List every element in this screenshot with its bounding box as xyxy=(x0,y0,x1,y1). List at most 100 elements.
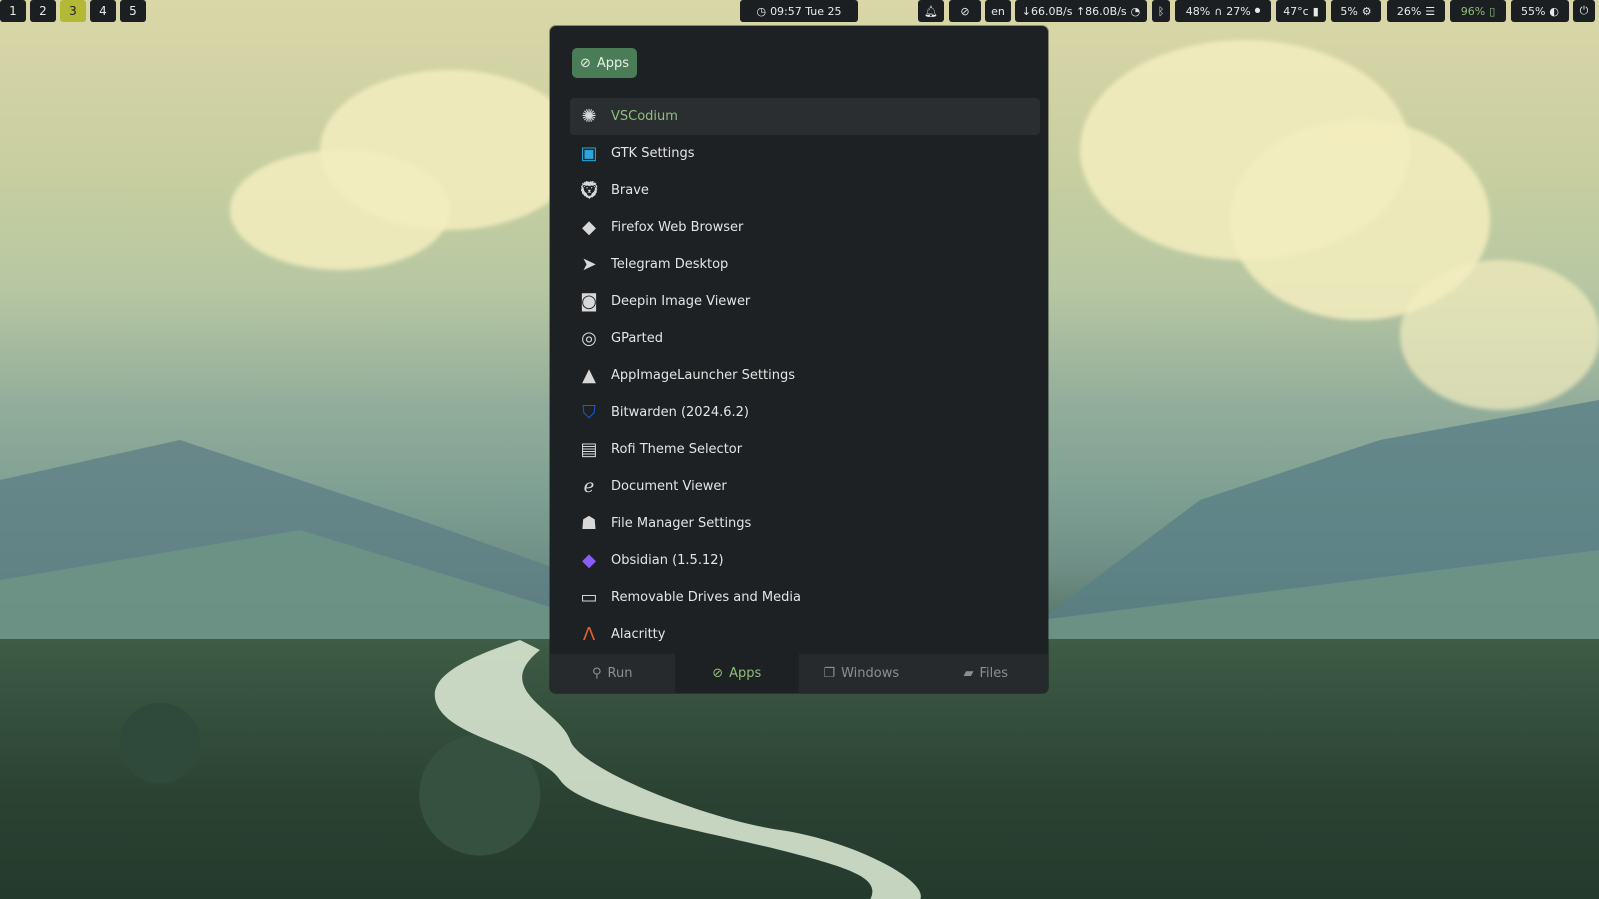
app-item[interactable]: ◎ GParted xyxy=(570,320,1040,357)
brave-icon: 🦁︎ xyxy=(577,180,601,201)
tab-windows[interactable]: ❐ Windows xyxy=(799,654,924,693)
drive-icon: ▭ xyxy=(580,587,598,608)
bell-icon: 🔔︎ xyxy=(924,4,938,18)
app-item[interactable]: ▣ GTK Settings xyxy=(570,135,1040,172)
app-item-label: Rofi Theme Selector xyxy=(611,442,743,457)
app-item[interactable]: 🦁︎ Brave xyxy=(570,172,1040,209)
brightness-text: 55% xyxy=(1520,4,1546,18)
memory-text: 26% xyxy=(1396,4,1422,18)
app-item[interactable]: ◙ Deepin Image Viewer xyxy=(570,283,1040,320)
clock[interactable]: ◷ 09:57 Tue 25 xyxy=(740,0,858,22)
app-item-label: Telegram Desktop xyxy=(611,257,729,272)
thermometer-icon: ▮ xyxy=(1312,4,1319,18)
alacritty-icon: Λ xyxy=(582,624,596,645)
top-bar: 1 2 3 4 5 ◷ 09:57 Tue 25 🔔︎ ⊘ en ↓66.0B/… xyxy=(0,0,1599,24)
apps-icon: ⊘ xyxy=(712,666,724,681)
app-item[interactable]: ◆ Firefox Web Browser xyxy=(570,209,1040,246)
firefox-icon: ◆ xyxy=(582,217,596,238)
clock-text: 09:57 Tue 25 xyxy=(770,4,842,18)
wifi-icon: ◔ xyxy=(1130,4,1141,18)
app-item[interactable]: ▭ Removable Drives and Media xyxy=(570,579,1040,616)
workspace-4[interactable]: 4 xyxy=(90,0,116,22)
privacy-indicator[interactable]: ⊘ xyxy=(949,0,981,22)
app-item[interactable]: ▲ AppImageLauncher Settings xyxy=(570,357,1040,394)
bluetooth-icon: ᛒ xyxy=(1157,4,1165,18)
tab-label: Windows xyxy=(841,666,900,681)
app-item[interactable]: ✺ VSCodium xyxy=(570,98,1040,135)
notification-button[interactable]: 🔔︎ xyxy=(918,0,944,22)
eye-slash-icon: ⊘ xyxy=(960,4,970,18)
cpu-icon: ⚙ xyxy=(1361,4,1372,18)
folder-icon: ▰ xyxy=(963,666,974,681)
windows-icon: ❐ xyxy=(823,666,836,681)
temperature-text: 47°c xyxy=(1283,4,1309,18)
file-manager-icon: ☗ xyxy=(580,513,598,534)
power-button[interactable]: ⏻ xyxy=(1573,0,1595,22)
run-icon: ⚲ xyxy=(592,666,602,681)
brightness-status[interactable]: 55% ◐ xyxy=(1511,0,1569,22)
battery-charging-icon: ▯ xyxy=(1489,4,1496,18)
clock-icon: ◷ xyxy=(756,4,767,18)
tab-label: Apps xyxy=(729,666,762,681)
audio-volume-text: 48% xyxy=(1185,4,1211,18)
app-item-label: Alacritty xyxy=(611,627,666,642)
brightness-icon: ◐ xyxy=(1549,4,1560,18)
telegram-icon: ➤ xyxy=(581,254,597,275)
tab-apps[interactable]: ⊘ Apps xyxy=(674,654,799,693)
tab-label: Files xyxy=(979,666,1009,681)
obsidian-icon: ◆ xyxy=(582,550,596,571)
workspace-3[interactable]: 3 xyxy=(60,0,86,22)
cpu-text: 5% xyxy=(1340,4,1358,18)
battery-text: 96% xyxy=(1460,4,1486,18)
tab-label: Run xyxy=(607,666,633,681)
app-item[interactable]: ⛉ Bitwarden (2024.6.2) xyxy=(570,394,1040,431)
mic-volume-text: 27% xyxy=(1226,4,1251,18)
appimagelauncher-icon: ▲ xyxy=(582,365,596,386)
apps-icon: ⊘ xyxy=(579,55,591,71)
tab-run[interactable]: ⚲ Run xyxy=(550,654,675,693)
image-viewer-icon: ◙ xyxy=(580,291,598,312)
app-item[interactable]: ◆ Obsidian (1.5.12) xyxy=(570,542,1040,579)
power-icon: ⏻ xyxy=(1579,4,1589,17)
rofi-icon: ▤ xyxy=(580,439,598,460)
temperature-status[interactable]: 47°c ▮ xyxy=(1276,0,1326,22)
app-item-label: Bitwarden (2024.6.2) xyxy=(611,405,749,420)
memory-icon: ☰ xyxy=(1425,4,1436,18)
app-item-label: Removable Drives and Media xyxy=(611,590,801,605)
keyboard-layout-text: en xyxy=(991,4,1005,18)
workspace-2[interactable]: 2 xyxy=(30,0,56,22)
audio-status[interactable]: 48% ∩ 27% ⏺ xyxy=(1175,0,1271,22)
app-item[interactable]: ▤ Rofi Theme Selector xyxy=(570,431,1040,468)
app-item-label: File Manager Settings xyxy=(611,516,752,531)
gtk-settings-icon: ▣ xyxy=(580,143,598,164)
app-item-label: GTK Settings xyxy=(611,146,695,161)
app-item-label: Document Viewer xyxy=(611,479,727,494)
app-item-label: Firefox Web Browser xyxy=(611,220,744,235)
network-status[interactable]: ↓66.0B/s ↑86.0B/s ◔ xyxy=(1015,0,1147,22)
battery-status[interactable]: 96% ▯ xyxy=(1450,0,1506,22)
workspace-1[interactable]: 1 xyxy=(0,0,26,22)
tab-files[interactable]: ▰ Files xyxy=(923,654,1048,693)
app-item-label: Brave xyxy=(611,183,649,198)
app-item[interactable]: ☗ File Manager Settings xyxy=(570,505,1040,542)
app-item[interactable]: ➤ Telegram Desktop xyxy=(570,246,1040,283)
mode-label: Apps xyxy=(596,55,630,71)
keyboard-layout[interactable]: en xyxy=(985,0,1011,22)
app-item-label: VSCodium xyxy=(611,109,678,124)
headphones-icon: ∩ xyxy=(1214,4,1223,18)
memory-status[interactable]: 26% ☰ xyxy=(1387,0,1445,22)
vscodium-icon: ✺ xyxy=(581,106,597,127)
app-item[interactable]: ℯ Document Viewer xyxy=(570,468,1040,505)
cpu-status[interactable]: 5% ⚙ xyxy=(1331,0,1381,22)
app-item[interactable]: Λ Alacritty xyxy=(570,616,1040,653)
app-item-label: AppImageLauncher Settings xyxy=(611,368,795,383)
app-item-label: Obsidian (1.5.12) xyxy=(611,553,724,568)
bluetooth-button[interactable]: ᛒ xyxy=(1152,0,1170,22)
gparted-icon: ◎ xyxy=(581,328,597,349)
mode-badge: ⊘ Apps xyxy=(572,48,637,78)
workspace-5[interactable]: 5 xyxy=(120,0,146,22)
microphone-icon: ⏺ xyxy=(1254,4,1261,17)
network-text: ↓66.0B/s ↑86.0B/s xyxy=(1021,4,1127,18)
bitwarden-icon: ⛉ xyxy=(582,402,596,423)
app-item-label: GParted xyxy=(611,331,663,346)
